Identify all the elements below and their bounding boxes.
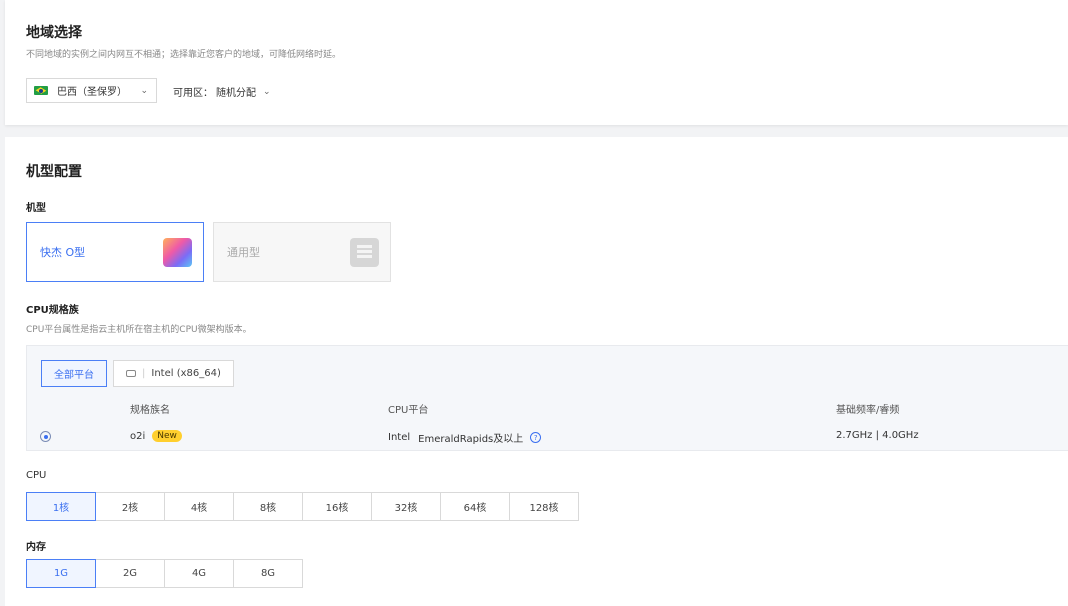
cpu-family-label: CPU规格族 [26, 305, 79, 316]
type-option-label: 快杰 O型 [40, 246, 86, 259]
platform-filter-intel[interactable]: | Intel (x86_64) [113, 360, 234, 387]
spec-card: 机型配置 机型 快杰 O型 通用型 CPU规格族 CPU平台属性是指云主机所在宿… [5, 137, 1068, 606]
column-header-family: 规格族名 [130, 405, 170, 416]
type-option-label: 通用型 [227, 246, 260, 259]
memory-label: 内存 [26, 542, 46, 553]
cpu-family-panel: 全部平台 | Intel (x86_64) 规格族名 CPU平台 基础频率/睿频… [26, 345, 1068, 451]
platform-vendor: Intel [388, 432, 411, 443]
cpu-option[interactable]: 16核 [302, 492, 372, 521]
region-select[interactable]: 巴西（圣保罗） ⌄ [26, 78, 157, 103]
chip-icon [126, 370, 136, 377]
platform-filter-all[interactable]: 全部平台 [41, 360, 107, 387]
memory-selector: 1G 2G 4G 8G [26, 559, 303, 588]
column-header-platform: CPU平台 [388, 405, 429, 416]
family-row-radio[interactable] [40, 431, 51, 442]
cpu-option[interactable]: 4核 [164, 492, 234, 521]
quick-o-type-icon [163, 238, 192, 267]
cpu-selector: 1核 2核 4核 8核 16核 32核 64核 128核 [26, 492, 579, 521]
spec-title: 机型配置 [26, 164, 82, 180]
region-title: 地域选择 [26, 25, 82, 41]
divider: | [142, 368, 146, 379]
memory-option[interactable]: 4G [164, 559, 234, 588]
family-platform-cell: Intel EmeraldRapids及以上 ? [388, 430, 542, 445]
platform-model: EmeraldRapids及以上 [418, 434, 524, 445]
region-description: 不同地域的实例之间内网互不相通；选择靠近您客户的地域，可降低网络时延。 [26, 50, 342, 60]
brazil-flag-icon [34, 86, 48, 95]
type-label: 机型 [26, 203, 46, 214]
type-option-quick-o[interactable]: 快杰 O型 [26, 222, 204, 282]
cpu-family-description: CPU平台属性是指云主机所在宿主机的CPU微架构版本。 [26, 325, 252, 335]
family-frequency-cell: 2.7GHz | 4.0GHz [836, 430, 919, 441]
memory-option[interactable]: 2G [95, 559, 165, 588]
memory-option[interactable]: 1G [26, 559, 96, 588]
cpu-option[interactable]: 2核 [95, 492, 165, 521]
type-option-general[interactable]: 通用型 [213, 222, 391, 282]
family-name-cell: o2i New [130, 430, 182, 442]
availability-zone-select[interactable]: 可用区： 随机分配 ⌄ [173, 84, 271, 100]
cpu-option[interactable]: 8核 [233, 492, 303, 521]
platform-filter-label: Intel (x86_64) [151, 368, 221, 379]
cpu-option[interactable]: 32核 [371, 492, 441, 521]
region-card: 地域选择 不同地域的实例之间内网互不相通；选择靠近您客户的地域，可降低网络时延。… [5, 0, 1068, 125]
cpu-option[interactable]: 128核 [509, 492, 579, 521]
az-label: 可用区： [173, 88, 213, 99]
help-icon[interactable]: ? [530, 432, 542, 443]
cpu-option[interactable]: 1核 [26, 492, 96, 521]
cpu-option[interactable]: 64核 [440, 492, 510, 521]
cpu-label: CPU [26, 470, 47, 481]
region-select-value: 巴西（圣保罗） [57, 87, 127, 98]
column-header-frequency: 基础频率/睿频 [836, 405, 900, 416]
memory-option[interactable]: 8G [233, 559, 303, 588]
new-badge: New [152, 430, 182, 442]
chevron-down-icon: ⌄ [140, 85, 148, 96]
az-value: 随机分配 [216, 88, 256, 99]
chevron-down-icon: ⌄ [263, 86, 271, 97]
family-name: o2i [130, 430, 146, 442]
server-icon [350, 238, 379, 267]
